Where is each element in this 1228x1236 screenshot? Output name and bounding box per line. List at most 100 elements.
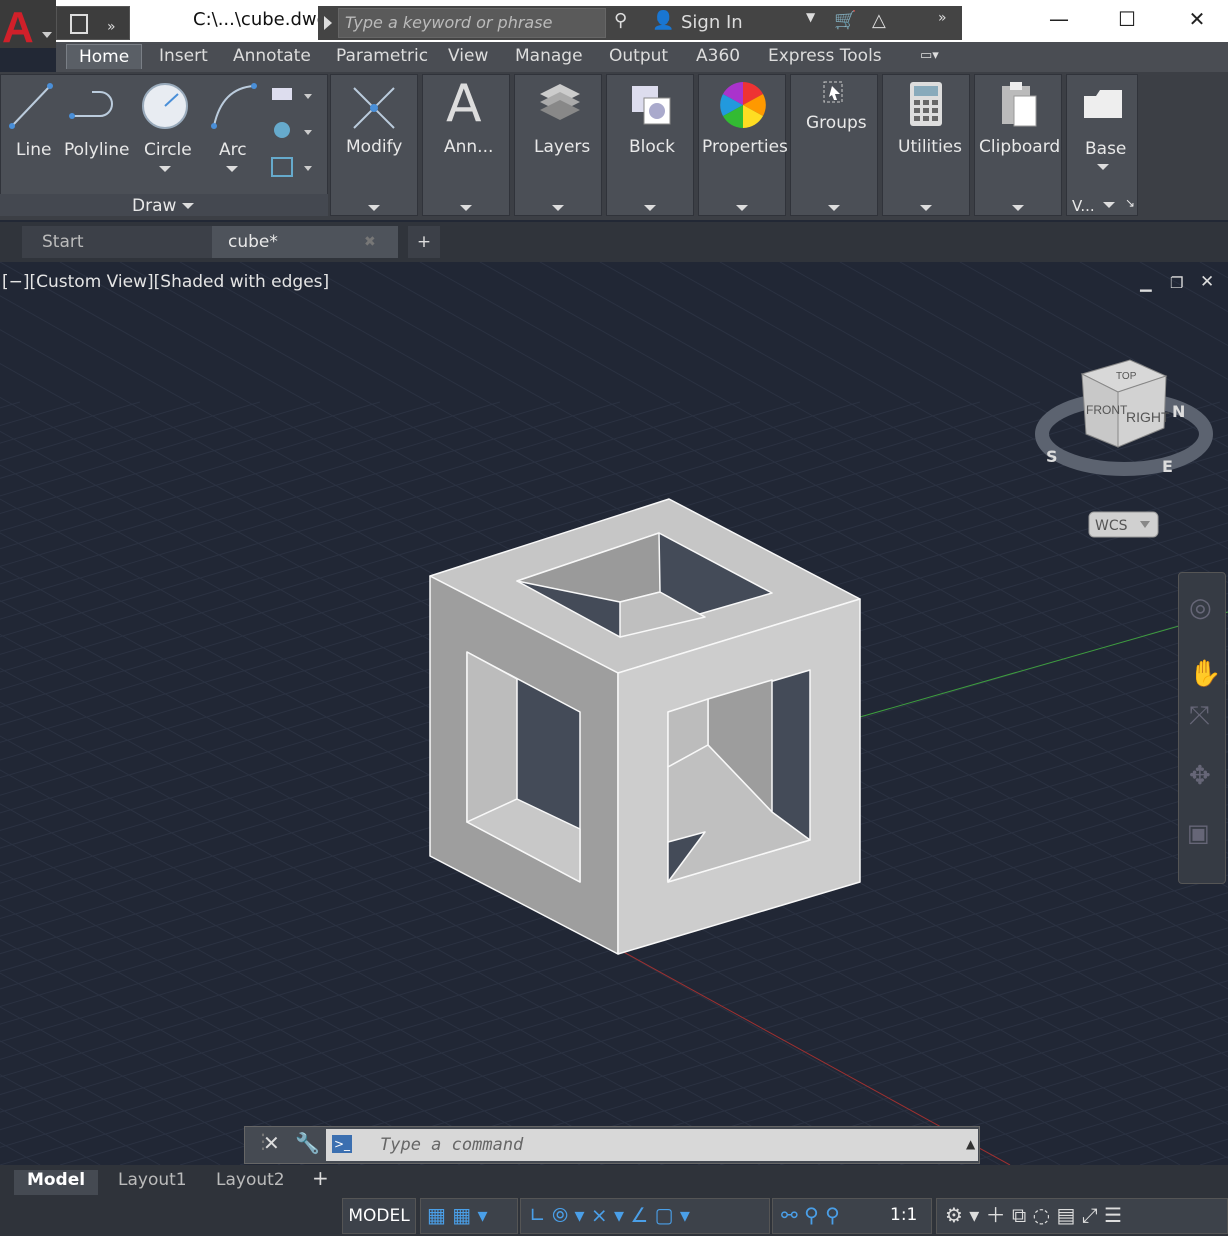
- search-input[interactable]: Type a keyword or phrase: [338, 8, 606, 38]
- cube-model: [430, 499, 860, 954]
- tab-layout2[interactable]: Layout2: [216, 1170, 285, 1190]
- chevron-down-icon[interactable]: [460, 205, 472, 211]
- annotation-button[interactable]: Ann...: [444, 137, 493, 157]
- showmotion-icon[interactable]: ▣: [1187, 819, 1210, 847]
- dialog-launcher-icon[interactable]: ↘: [1125, 196, 1135, 210]
- viewport-minimize-icon[interactable]: ▁: [1140, 274, 1152, 292]
- sign-in-dropdown-icon[interactable]: ▼: [806, 10, 815, 24]
- chevron-down-icon[interactable]: [182, 203, 194, 209]
- viewport-close-icon[interactable]: ✕: [1200, 272, 1214, 292]
- chevron-down-icon[interactable]: [644, 205, 656, 211]
- viewcube-top-label[interactable]: TOP: [1116, 371, 1137, 382]
- navigation-bar: ◎ ✋ ⤧ ✥ ▣: [1178, 572, 1226, 884]
- clipboard-button[interactable]: Clipboard: [979, 137, 1060, 157]
- model-space-button[interactable]: MODEL: [342, 1198, 416, 1234]
- user-icon: 👤: [652, 10, 674, 31]
- steering-wheel-icon[interactable]: ◎: [1189, 593, 1212, 623]
- command-placeholder: Type a command: [380, 1135, 523, 1155]
- chevron-down-icon[interactable]: [552, 205, 564, 211]
- groups-icon: [822, 80, 846, 106]
- layers-button[interactable]: Layers: [534, 137, 590, 157]
- zoom-icon[interactable]: ⤧: [1189, 701, 1210, 732]
- polyline-button[interactable]: Polyline: [64, 140, 130, 160]
- cart-icon[interactable]: 🛒: [834, 10, 856, 31]
- viewcube[interactable]: TOP FRONT RIGHT N S E: [1042, 360, 1206, 476]
- viewport-label[interactable]: [−][Custom View][Shaded with edges]: [2, 272, 329, 292]
- customize-wrench-icon[interactable]: 🔧: [295, 1131, 320, 1155]
- orbit-icon[interactable]: ✥: [1189, 761, 1211, 791]
- exchange-icon[interactable]: △: [872, 10, 886, 31]
- status-tools[interactable]: ⚙ ▾ ＋ ⧉ ◌ ▤ ⤢ ☰: [936, 1198, 1228, 1234]
- tab-express-tools[interactable]: Express Tools: [768, 46, 882, 66]
- close-button[interactable]: ✕: [1172, 6, 1222, 36]
- tab-start[interactable]: Start: [22, 226, 212, 258]
- circle-button[interactable]: Circle: [144, 140, 192, 160]
- viewcube-front-label[interactable]: FRONT: [1086, 403, 1128, 417]
- close-tab-icon[interactable]: ✖: [364, 226, 376, 258]
- color-wheel-icon: [718, 80, 768, 130]
- new-tab-button[interactable]: +: [408, 226, 440, 258]
- tab-parametric[interactable]: Parametric: [336, 46, 428, 66]
- compass-s-label[interactable]: S: [1046, 447, 1058, 466]
- command-prompt-icon[interactable]: >_: [332, 1135, 352, 1153]
- svg-text:A: A: [2, 3, 34, 48]
- modify-button[interactable]: Modify: [346, 137, 402, 157]
- base-button[interactable]: Base: [1085, 139, 1126, 159]
- close-command-icon[interactable]: ✕: [263, 1131, 280, 1155]
- chevron-down-icon[interactable]: [828, 205, 840, 211]
- tab-layout1[interactable]: Layout1: [118, 1170, 187, 1190]
- arc-button[interactable]: Arc: [219, 140, 247, 160]
- chevron-down-icon[interactable]: [1103, 202, 1115, 208]
- drawing-viewport[interactable]: TOP FRONT RIGHT N S E WCS: [0, 262, 1228, 1165]
- block-icon: [626, 80, 676, 128]
- file-name: C:\...\cube.dwg: [193, 9, 328, 30]
- chevron-down-icon[interactable]: [736, 205, 748, 211]
- compass-n-label[interactable]: N: [1172, 402, 1185, 421]
- grid-toggle-icon[interactable]: ▦ ▦ ▾: [420, 1198, 518, 1234]
- chevron-down-icon[interactable]: [1097, 164, 1109, 170]
- ribbon-toggle-icon[interactable]: ▭▾: [920, 48, 939, 63]
- clipboard-icon: [998, 80, 1040, 130]
- chevron-down-icon[interactable]: [226, 166, 238, 172]
- command-history-icon[interactable]: ▲: [966, 1137, 975, 1151]
- minimize-button[interactable]: —: [1034, 6, 1084, 36]
- tab-annotate[interactable]: Annotate: [233, 46, 311, 66]
- binoculars-icon[interactable]: ⚲: [614, 10, 627, 31]
- chevron-down-icon[interactable]: [1012, 205, 1024, 211]
- tab-manage[interactable]: Manage: [515, 46, 583, 66]
- line-button[interactable]: Line: [16, 140, 51, 160]
- grid: TOP FRONT RIGHT N S E WCS: [0, 262, 1228, 1165]
- sign-in-button[interactable]: Sign In: [681, 12, 743, 33]
- maximize-button[interactable]: ☐: [1102, 6, 1152, 36]
- tab-a360[interactable]: A360: [696, 46, 740, 66]
- utilities-button[interactable]: Utilities: [898, 137, 962, 157]
- tab-insert[interactable]: Insert: [159, 46, 208, 66]
- snap-tools[interactable]: ∟ ⦾ ▾ ⨯ ▾ ∠ ▢ ▾: [520, 1198, 770, 1234]
- quick-access-toolbar[interactable]: »: [56, 6, 130, 40]
- tab-home[interactable]: Home: [66, 44, 142, 69]
- annotation-scale[interactable]: 1:1: [884, 1198, 932, 1234]
- app-menu-button[interactable]: A: [0, 0, 56, 48]
- layers-icon: [536, 80, 586, 128]
- view-panel-title[interactable]: V...: [1072, 197, 1095, 215]
- draw-panel-title[interactable]: Draw: [132, 196, 176, 216]
- wcs-label[interactable]: WCS: [1095, 518, 1128, 534]
- properties-button[interactable]: Properties: [702, 137, 788, 157]
- base-view-icon: [1082, 88, 1124, 124]
- block-button[interactable]: Block: [629, 137, 675, 157]
- text-a-icon: A: [446, 74, 482, 134]
- tab-view[interactable]: View: [448, 46, 488, 66]
- chevron-down-icon[interactable]: [920, 205, 932, 211]
- viewcube-right-label[interactable]: RIGHT: [1126, 409, 1170, 425]
- chevron-down-icon[interactable]: [368, 205, 380, 211]
- compass-e-label[interactable]: E: [1162, 457, 1173, 476]
- more-icon[interactable]: »: [938, 10, 947, 26]
- chevron-down-icon[interactable]: [159, 166, 171, 172]
- add-layout-button[interactable]: +: [312, 1166, 329, 1190]
- pan-hand-icon[interactable]: ✋: [1189, 659, 1221, 689]
- tab-model[interactable]: Model: [14, 1170, 98, 1195]
- svg-text:»: »: [107, 19, 116, 35]
- viewport-restore-icon[interactable]: ❐: [1170, 274, 1183, 292]
- groups-button[interactable]: Groups: [806, 113, 867, 133]
- tab-output[interactable]: Output: [609, 46, 668, 66]
